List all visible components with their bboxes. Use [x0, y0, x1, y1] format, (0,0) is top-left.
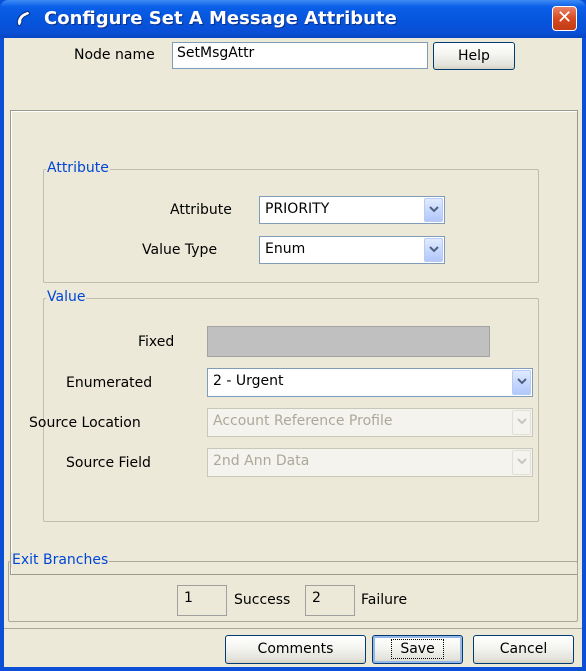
exit-branches-group	[8, 561, 578, 622]
enumerated-select-value: 2 - Urgent	[213, 373, 284, 389]
source-field-label: Source Field	[66, 455, 151, 471]
value-type-select[interactable]: Enum	[259, 236, 445, 264]
chevron-down-icon[interactable]	[424, 198, 443, 222]
attribute-select-value: PRIORITY	[265, 201, 330, 217]
node-name-label: Node name	[74, 47, 155, 63]
source-location-select-value: Account Reference Profile	[213, 413, 393, 429]
source-field-select: 2nd Ann Data	[207, 448, 533, 477]
attribute-label: Attribute	[170, 202, 232, 218]
value-type-select-value: Enum	[265, 241, 306, 257]
chevron-down-icon[interactable]	[424, 238, 443, 262]
branch-label-failure: Failure	[361, 592, 408, 608]
source-field-select-value: 2nd Ann Data	[213, 453, 310, 469]
footer-divider	[4, 628, 582, 629]
branch-label-success: Success	[234, 592, 291, 608]
chevron-down-icon	[512, 450, 531, 475]
attribute-group	[43, 169, 539, 283]
fixed-value-field	[207, 326, 490, 357]
enumerated-label: Enumerated	[66, 375, 153, 391]
enumerated-select[interactable]: 2 - Urgent	[207, 368, 533, 397]
exit-branches-title: Exit Branches	[11, 552, 110, 568]
title-bar[interactable]: Configure Set A Message Attribute ✕	[0, 0, 586, 38]
window-title: Configure Set A Message Attribute	[44, 8, 397, 29]
branch-number-success: 1	[177, 585, 227, 616]
comments-button[interactable]: Comments	[225, 635, 366, 664]
close-icon: ✕	[556, 7, 573, 28]
value-type-label: Value Type	[142, 242, 218, 258]
dialog-client-area: Node name SetMsgAttr Help Attribute Attr…	[4, 38, 582, 667]
close-button[interactable]: ✕	[552, 6, 577, 31]
main-panel: Attribute Attribute PRIORITY Value Type …	[10, 110, 578, 575]
value-group-title: Value	[46, 289, 87, 305]
source-location-select: Account Reference Profile	[207, 408, 533, 437]
fixed-label: Fixed	[138, 334, 175, 350]
dialog-window: Configure Set A Message Attribute ✕ Node…	[0, 0, 586, 671]
node-name-input[interactable]: SetMsgAttr	[172, 42, 428, 69]
help-button[interactable]: Help	[433, 42, 515, 70]
branch-number-failure: 2	[305, 585, 355, 616]
save-button[interactable]: Save	[372, 635, 463, 664]
save-button-label: Save	[391, 639, 444, 659]
phone-handset-icon	[14, 9, 34, 29]
chevron-down-icon	[512, 410, 531, 435]
attribute-select[interactable]: PRIORITY	[259, 196, 445, 224]
cancel-button[interactable]: Cancel	[473, 635, 574, 664]
source-location-label: Source Location	[29, 415, 141, 431]
chevron-down-icon[interactable]	[512, 370, 531, 395]
attribute-group-title: Attribute	[46, 160, 110, 176]
